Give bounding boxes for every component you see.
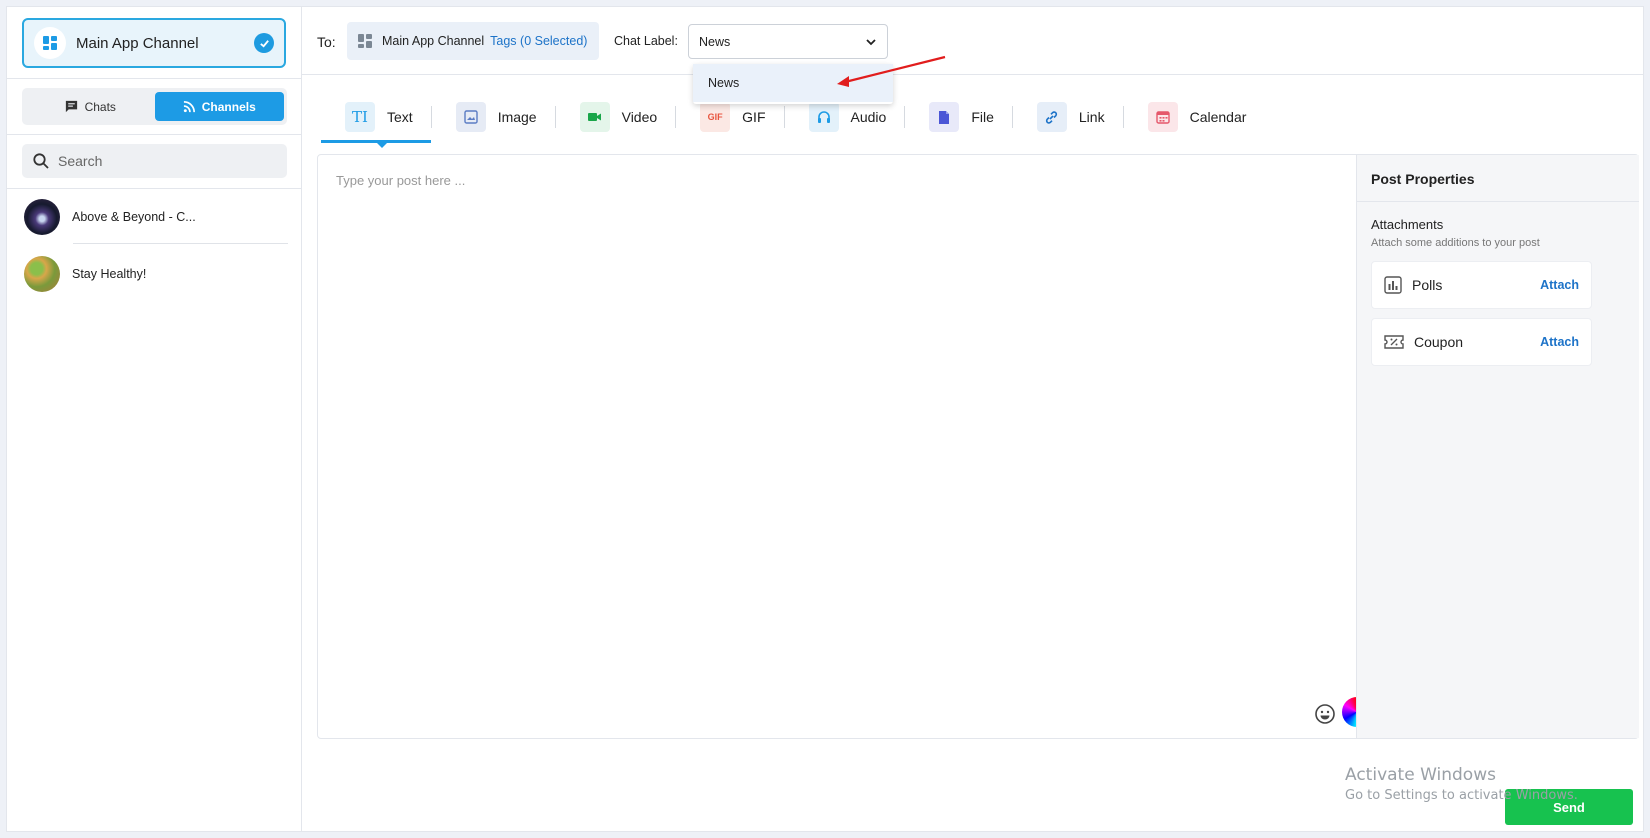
avatar [24,256,60,292]
editor-area [318,155,1372,738]
annotation-arrow [837,55,946,87]
tab-label: Text [387,109,413,125]
video-icon [579,102,610,132]
channel-logo-icon [358,34,372,48]
watermark-title: Activate Windows [1345,765,1496,785]
tab-label: Video [621,109,658,125]
tab-label: GIF [742,109,766,125]
link-icon [1036,102,1067,132]
channels-tab[interactable]: Channels [154,92,284,121]
channel-name: Main App Channel [76,34,199,52]
tab-image[interactable]: Image [432,97,555,137]
watermark-subtitle: Go to Settings to activate Windows. [1345,788,1578,803]
conversation-item[interactable]: Above & Beyond - C... [24,199,289,235]
chevron-down-icon [866,38,876,45]
tab-text[interactable]: TI Text [321,97,431,148]
activation-watermark: Activate Windows Go to Settings to activ… [1345,765,1578,803]
compose-header: To: Main App Channel Tags (0 Selected) C… [302,7,1643,75]
emoji-icon[interactable] [1314,703,1336,725]
gif-icon: GIF [700,102,731,132]
attachments-subtitle: Attach some additions to your post [1371,237,1540,249]
chats-tab[interactable]: Chats [25,92,155,121]
attachments-title: Attachments [1371,217,1444,232]
conversation-label: Stay Healthy! [72,267,147,281]
panel-title: Post Properties [1371,171,1475,187]
attachment-name: Coupon [1414,334,1464,350]
search-input[interactable] [58,153,258,169]
coupon-icon [1384,335,1404,349]
recipient-chip[interactable]: Main App Channel Tags (0 Selected) [347,22,599,60]
post-textarea[interactable] [336,173,1336,673]
to-label: To: [317,34,336,50]
chat-label-select[interactable]: News [688,24,888,59]
tab-label: Calendar [1189,109,1247,125]
tab-label: Audio [850,109,887,125]
sidebar: Main App Channel Chats Channels Above & [7,7,302,831]
poll-icon [1384,276,1402,294]
selected-value: News [699,34,731,49]
attach-polls-button[interactable]: Attach [1540,278,1579,292]
image-icon [455,102,486,132]
avatar [24,199,60,235]
selected-channel-card[interactable]: Main App Channel [22,18,286,68]
tab-file[interactable]: File [905,97,1012,137]
tags-link[interactable]: Tags (0 Selected) [490,34,587,48]
attachment-name: Polls [1412,277,1443,293]
rss-icon [183,101,195,113]
chats-label: Chats [84,99,116,114]
search-box [22,144,287,178]
text-icon: TI [345,102,375,132]
channels-label: Channels [201,99,256,114]
app-window: Main App Channel Chats Channels Above & [6,6,1644,832]
tab-link[interactable]: Link [1013,97,1123,137]
chat-icon [65,100,77,113]
channel-logo-icon [34,27,66,59]
recipient-name: Main App Channel [382,34,485,48]
post-properties-panel: Post Properties Attachments Attach some … [1356,155,1639,738]
divider [1357,201,1639,202]
attach-coupon-button[interactable]: Attach [1540,335,1579,349]
conversation-item[interactable]: Stay Healthy! [24,256,289,292]
divider [7,188,302,189]
file-icon [929,102,960,132]
tab-label: Link [1078,109,1105,125]
divider [7,78,302,79]
divider [7,134,302,135]
tab-label: File [971,109,994,125]
search-icon [33,153,49,169]
view-toggle: Chats Channels [22,88,287,125]
calendar-icon [1147,102,1178,132]
chat-label-title: Chat Label: [614,34,678,48]
tab-label: Image [497,109,537,125]
post-editor: Post Properties Attachments Attach some … [317,154,1639,739]
divider [73,243,288,244]
conversation-label: Above & Beyond - C... [72,210,196,224]
tab-calendar[interactable]: Calendar [1124,97,1265,137]
polls-card: Polls Attach [1371,261,1592,309]
coupon-card: Coupon Attach [1371,318,1592,366]
audio-icon [808,102,839,132]
check-icon [254,33,274,53]
tab-video[interactable]: Video [556,97,676,137]
